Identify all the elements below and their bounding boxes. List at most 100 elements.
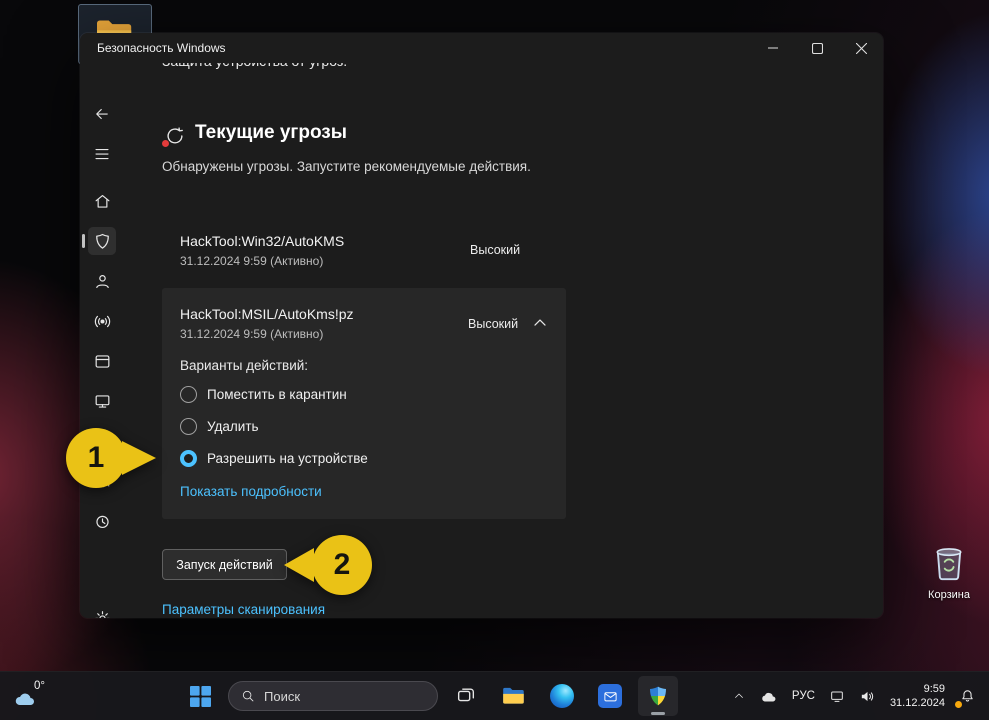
- sidebar-item-device-security[interactable]: [88, 387, 116, 415]
- task-view-icon: [455, 685, 477, 707]
- radio-icon: [180, 450, 197, 467]
- threat-meta: 31.12.2024 9:59 (Активно): [180, 254, 323, 268]
- minimize-button[interactable]: [751, 33, 795, 63]
- sidebar-item-firewall-network[interactable]: [88, 307, 116, 335]
- threat-severity: Высокий: [470, 243, 520, 257]
- mail-icon: [598, 684, 622, 708]
- shield-icon: [93, 232, 112, 251]
- scan-options-link[interactable]: Параметры сканирования: [162, 602, 325, 617]
- hamburger-icon: [93, 145, 111, 163]
- recycle-bin[interactable]: Корзина: [912, 540, 986, 601]
- chevron-up-icon: [733, 690, 745, 702]
- weather-cloud-icon: [12, 690, 38, 708]
- callout-circle: 2: [312, 535, 372, 595]
- time-label: 9:59: [890, 682, 945, 696]
- radio-icon: [180, 386, 197, 403]
- collapse-button[interactable]: [530, 313, 550, 333]
- home-icon: [93, 192, 112, 211]
- radio-option-remove[interactable]: Удалить: [180, 414, 259, 438]
- back-arrow-icon: [93, 105, 111, 123]
- windows-security-button[interactable]: [638, 676, 678, 716]
- section-subtitle: Обнаружены угрозы. Запустите рекомендуем…: [162, 159, 531, 174]
- search-icon: [241, 689, 255, 703]
- sidebar-item-settings[interactable]: [88, 604, 116, 618]
- recycle-bin-label: Корзина: [912, 589, 986, 601]
- sidebar: [80, 63, 124, 618]
- maximize-icon: [812, 43, 823, 54]
- network-icon: [829, 688, 845, 704]
- windows-security-window: Безопасность Windows: [80, 33, 883, 618]
- history-clock-icon: [93, 512, 112, 531]
- date-label: 31.12.2024: [890, 696, 945, 710]
- mail-button[interactable]: [590, 676, 630, 716]
- app-window-icon: [93, 352, 112, 371]
- callout-arrow-left: [284, 548, 314, 582]
- run-actions-button[interactable]: Запуск действий: [162, 549, 287, 580]
- content-area: Защита устройства от угроз. Текущие угро…: [80, 33, 883, 618]
- callout-circle: 1: [66, 428, 126, 488]
- close-button[interactable]: [839, 33, 883, 63]
- section-title: Текущие угрозы: [195, 122, 347, 144]
- maximize-button[interactable]: [795, 33, 839, 63]
- radio-option-label: Поместить в карантин: [207, 387, 347, 402]
- windows-logo-icon: [190, 686, 211, 707]
- close-icon: [856, 43, 867, 54]
- system-tray: РУС 9:59 31.12.2024: [726, 676, 983, 716]
- onedrive-button[interactable]: [752, 676, 785, 716]
- minimize-icon: [768, 43, 778, 53]
- radio-option-allow[interactable]: Разрешить на устройстве: [180, 446, 368, 470]
- explorer-button[interactable]: [494, 676, 534, 716]
- callout-arrow-right: [122, 441, 156, 475]
- tray-chevron-button[interactable]: [726, 676, 752, 716]
- gear-icon: [93, 609, 112, 619]
- window-title: Безопасность Windows: [97, 41, 226, 55]
- sidebar-item-app-browser-control[interactable]: [88, 347, 116, 375]
- explorer-folder-icon: [501, 685, 527, 707]
- threat-meta: 31.12.2024 9:59 (Активно): [180, 327, 323, 341]
- radio-option-quarantine[interactable]: Поместить в карантин: [180, 382, 347, 406]
- annotation-callout-2: 2: [312, 535, 372, 595]
- language-label: РУС: [792, 690, 815, 702]
- person-icon: [93, 272, 112, 291]
- show-details-link[interactable]: Показать подробности: [180, 484, 322, 499]
- threat-row[interactable]: HackTool:Win32/AutoKMS 31.12.2024 9:59 (…: [162, 229, 566, 273]
- language-button[interactable]: РУС: [785, 676, 822, 716]
- threat-severity: Высокий: [468, 317, 518, 331]
- notification-bell-button[interactable]: [952, 676, 983, 716]
- edge-button[interactable]: [542, 676, 582, 716]
- annotation-callout-1: 1: [66, 428, 126, 488]
- volume-button[interactable]: [852, 676, 883, 716]
- edge-icon: [550, 684, 574, 708]
- security-shield-icon: [646, 684, 670, 708]
- callout-number: 1: [88, 441, 105, 475]
- titlebar: Безопасность Windows: [80, 33, 883, 63]
- sidebar-item-account-protection[interactable]: [88, 267, 116, 295]
- desktop: Корзина Безопасность Windows: [0, 0, 989, 720]
- speaker-icon: [859, 688, 876, 705]
- recycle-bin-icon: [930, 540, 968, 582]
- radio-option-label: Удалить: [207, 419, 259, 434]
- wireless-icon: [93, 312, 112, 331]
- callout-number: 2: [334, 548, 351, 582]
- sidebar-item-protection-history[interactable]: [88, 507, 116, 535]
- sidebar-item-virus-protection[interactable]: [88, 227, 116, 255]
- search-label: Поиск: [264, 689, 300, 704]
- task-view-button[interactable]: [446, 676, 486, 716]
- network-button[interactable]: [822, 676, 852, 716]
- weather-widget[interactable]: 0°: [6, 674, 66, 718]
- taskbar-search[interactable]: Поиск: [228, 681, 438, 711]
- start-button[interactable]: [180, 676, 220, 716]
- clock-widget[interactable]: 9:59 31.12.2024: [883, 676, 952, 716]
- notification-dot: [955, 701, 962, 708]
- monitor-icon: [93, 392, 112, 411]
- sidebar-item-home[interactable]: [88, 187, 116, 215]
- action-options-label: Варианты действий:: [180, 358, 308, 373]
- radio-option-label: Разрешить на устройстве: [207, 451, 368, 466]
- nav-menu-button[interactable]: [88, 140, 116, 168]
- back-button[interactable]: [88, 100, 116, 128]
- threat-name: HackTool:Win32/AutoKMS: [180, 233, 344, 249]
- current-threats-icon: [164, 125, 186, 147]
- threat-alert-dot: [162, 140, 169, 147]
- taskbar-center: Поиск: [180, 676, 678, 716]
- threat-name: HackTool:MSIL/AutoKms!pz: [180, 306, 354, 322]
